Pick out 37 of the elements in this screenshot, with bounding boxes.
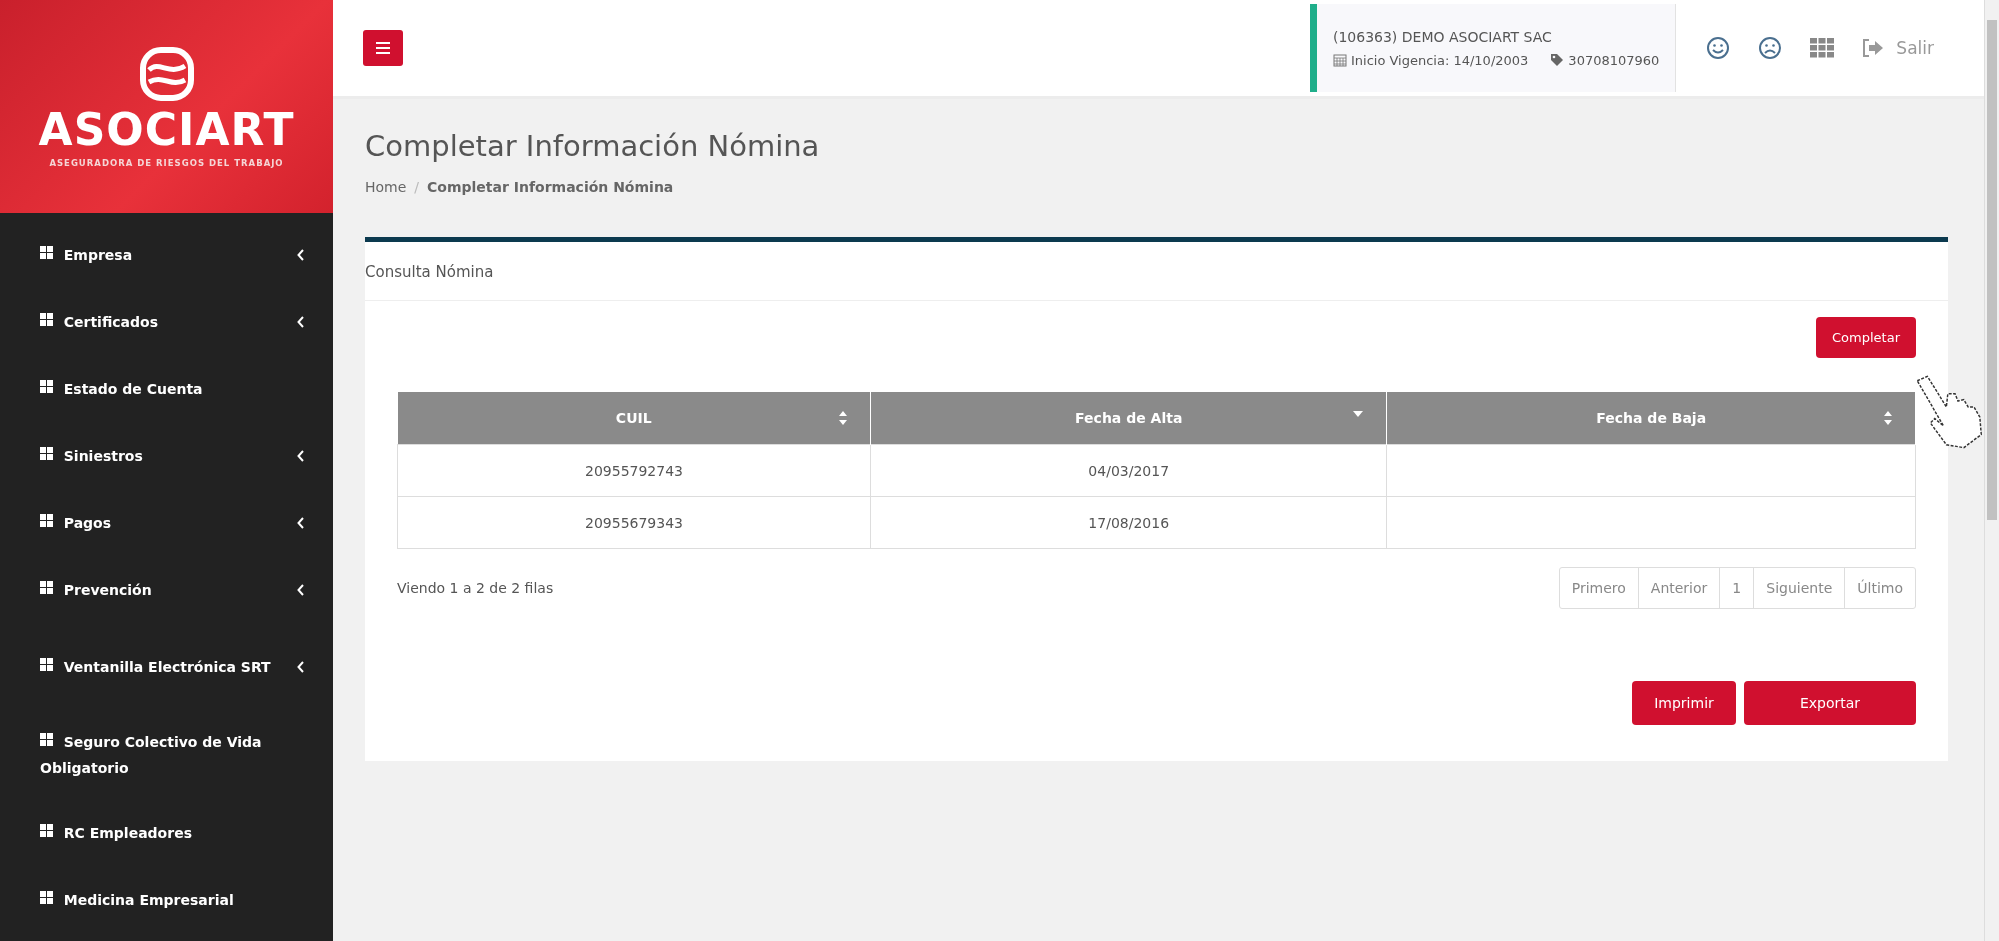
export-button[interactable]: Exportar [1744, 681, 1916, 725]
column-header[interactable]: Fecha de Alta [870, 392, 1387, 445]
column-header[interactable]: CUIL [397, 392, 871, 445]
table-cell: 04/03/2017 [870, 444, 1387, 497]
breadcrumb-separator: / [414, 179, 420, 195]
sidebar-item[interactable]: Prevención [0, 556, 333, 623]
pagination-link[interactable]: Anterior [1637, 568, 1720, 608]
table-cell: 20955679343 [397, 496, 871, 549]
logout-link[interactable]: Salir [1862, 38, 1934, 58]
column-header[interactable]: Fecha de Baja [1386, 392, 1916, 445]
start-date: Inicio Vigencia: 14/10/2003 [1350, 52, 1529, 68]
pagination-link[interactable]: Primero [1559, 568, 1638, 608]
sidebar-item[interactable]: Empresa [0, 221, 333, 288]
print-button[interactable]: Imprimir [1632, 681, 1736, 725]
pagination-link[interactable]: Siguiente [1753, 568, 1845, 608]
panel-title: Consulta Nómina [365, 263, 494, 281]
complete-button[interactable]: Completar [1816, 317, 1916, 358]
breadcrumb-link[interactable]: Home [365, 179, 407, 195]
pagination-link[interactable]: Último [1844, 568, 1915, 608]
company-name: (106363) DEMO ASOCIART SAC [1332, 28, 1553, 45]
page-title: Completar Información Nómina [365, 129, 821, 163]
breadcrumb-link[interactable]: Completar Información Nómina [427, 179, 674, 195]
sidebar-item[interactable]: RC Empleadores [0, 799, 333, 866]
sidebar-item[interactable]: Seguro Colectivo de Vida Obligatorio [0, 711, 333, 799]
table-cell: 20955792743 [397, 444, 871, 497]
sidebar-item[interactable]: Pagos [0, 489, 333, 556]
sidebar-item[interactable]: Certificados [0, 288, 333, 355]
sidebar-item[interactable]: Estado de Cuenta [0, 355, 333, 422]
brand-tagline: ASEGURADORA DE RIESGOS DEL TRABAJO [49, 157, 284, 168]
row-summary: Viendo 1 a 2 de 2 filas [397, 580, 554, 596]
table-cell: 17/08/2016 [870, 496, 1387, 549]
brand-name: ASOCIART [38, 107, 295, 152]
sidebar-item[interactable]: Siniestros [0, 422, 333, 489]
pagination-link[interactable]: 1 [1719, 568, 1754, 608]
tax-id: 30708107960 [1568, 52, 1660, 68]
sidebar-item[interactable]: Medicina Empresarial [0, 866, 333, 933]
sidebar-item[interactable]: Ventanilla Electrónica SRT [0, 623, 333, 711]
